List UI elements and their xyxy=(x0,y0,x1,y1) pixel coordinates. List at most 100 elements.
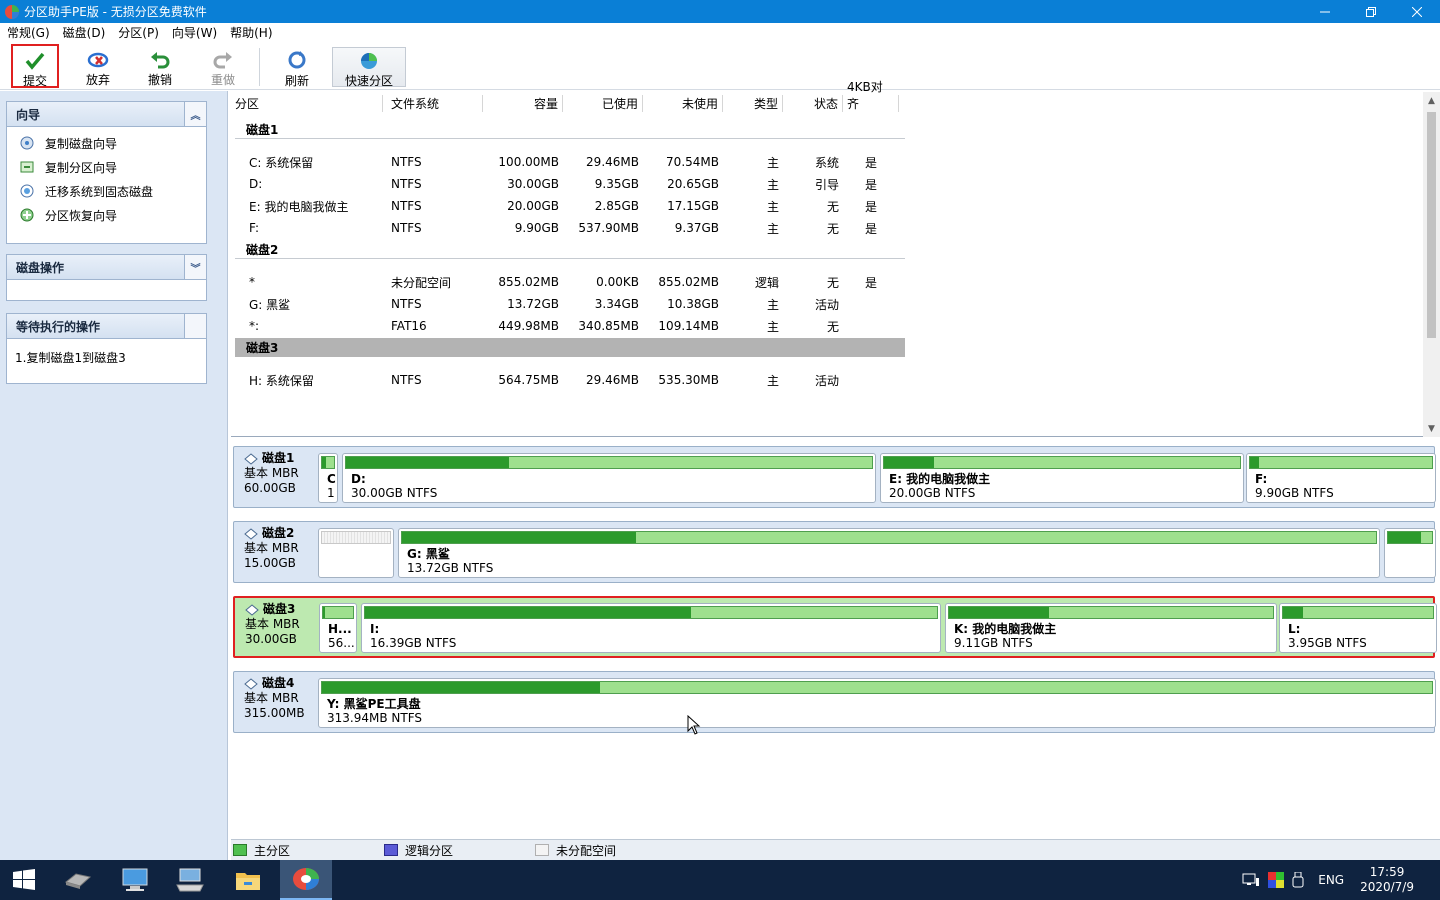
col-capacity[interactable]: 容量 xyxy=(483,95,563,112)
table-cell: 30.00GB xyxy=(507,177,559,191)
partition-text: F: 9.90GB NTFS xyxy=(1255,472,1334,500)
disk-label: 磁盘3 基本 MBR 30.00GB xyxy=(245,602,323,647)
col-filesystem[interactable]: 文件系统 xyxy=(383,95,483,112)
table-header: 分区 文件系统 容量 已使用 未使用 类型 状态 4KB对齐 xyxy=(231,80,903,112)
table-cell: 是 xyxy=(864,275,877,290)
disk-row[interactable]: 磁盘3 基本 MBR 30.00GB H... 56... I: 16.39GB NTFS K… xyxy=(233,596,1437,658)
disk-row[interactable]: 磁盘1 基本 MBR 60.00GB C 1 D: 30.00GB NTFS E: 我的电脑我… xyxy=(233,446,1436,508)
taskbar-partition-assistant[interactable] xyxy=(280,860,332,900)
col-used[interactable]: 已使用 xyxy=(563,95,643,112)
disk-row[interactable]: 磁盘2基本 MBR15.00GB 855.02M... G: 黑鲨13.72GB N… xyxy=(233,521,1436,583)
partition-block[interactable]: H... 56... xyxy=(319,603,357,653)
col-status[interactable]: 状态 xyxy=(783,95,843,112)
table-cell: 主 xyxy=(766,297,779,312)
disk-icon xyxy=(244,452,258,465)
partition-block[interactable]: I: 16.39GB NTFS xyxy=(361,603,941,653)
disk-row[interactable]: 磁盘4 基本 MBR 315.00MB Y: 黑鲨PE工具盘 313.94MB NTFS xyxy=(233,671,1436,733)
close-button[interactable] xyxy=(1394,0,1440,23)
window-title: 分区助手PE版 - 无损分区免费软件 xyxy=(24,5,207,19)
scroll-thumb[interactable] xyxy=(1427,112,1436,338)
table-cell: 0.00KB xyxy=(596,275,639,289)
disk-group-header[interactable]: 磁盘1 xyxy=(235,120,905,139)
table-cell: 无 xyxy=(826,319,839,334)
taskbar-drive-tool[interactable] xyxy=(54,860,102,900)
taskbar-keyboard[interactable] xyxy=(166,860,214,900)
usb-icon[interactable] xyxy=(1292,872,1304,888)
disk-name-text: 磁盘3 xyxy=(263,602,296,616)
col-type[interactable]: 类型 xyxy=(723,95,783,112)
pending-op-item[interactable]: 1.复制磁盘1到磁盘3 xyxy=(7,345,206,369)
partition-block[interactable]: E: 我的电脑我做主 20.00GB NTFS xyxy=(880,453,1244,503)
copy-partition-icon xyxy=(20,161,34,173)
undo-button[interactable]: 撤销 xyxy=(138,44,182,88)
menu-partition[interactable]: 分区(P) xyxy=(111,24,165,41)
col-free[interactable]: 未使用 xyxy=(643,95,723,112)
table-cell: 70.54MB xyxy=(666,155,719,169)
table-cell: 20.65GB xyxy=(667,177,719,191)
partition-label: C xyxy=(327,472,336,486)
table-cell: 564.75MB xyxy=(498,373,559,387)
refresh-button[interactable]: 刷新 xyxy=(275,44,319,88)
menu-general[interactable]: 常规(G) xyxy=(0,24,56,41)
col-partition[interactable]: 分区 xyxy=(231,95,383,112)
commit-button[interactable]: 提交 xyxy=(11,44,59,88)
table-row[interactable]: G: 黑鲨 NTFS 13.72GB 3.34GB 10.38GB 主 活动 xyxy=(231,294,903,314)
quick-partition-button[interactable]: 快速分区 xyxy=(332,47,406,88)
input-language[interactable]: ENG xyxy=(1318,873,1344,887)
partition-usage-fill xyxy=(323,607,325,618)
partition-info: 855.02M... xyxy=(327,575,391,577)
start-button[interactable] xyxy=(0,860,48,900)
disk-group-header[interactable]: 磁盘2 xyxy=(235,240,905,259)
partition-block[interactable]: F: 9.90GB NTFS xyxy=(1246,453,1436,503)
minimize-button[interactable] xyxy=(1302,0,1348,23)
partition-block[interactable]: K: 我的电脑我做主 9.11GB NTFS xyxy=(945,603,1277,653)
partition-block[interactable]: C1 xyxy=(318,453,338,503)
table-row[interactable]: H: 系统保留 NTFS 564.75MB 29.46MB 535.30MB 主 活动 xyxy=(231,370,903,390)
partition-text: C1 xyxy=(327,472,336,500)
undo-icon xyxy=(149,50,171,69)
partition-usage-bar xyxy=(322,606,354,619)
color-icon[interactable] xyxy=(1268,872,1285,888)
partition-usage-fill xyxy=(1283,607,1303,618)
partition-recovery-wizard[interactable]: 分区恢复向导 xyxy=(7,203,206,227)
hard-drive-icon xyxy=(64,873,92,889)
table-row[interactable]: D: NTFS 30.00GB 9.35GB 20.65GB 主 引导 是 xyxy=(231,174,903,194)
menu-help[interactable]: 帮助(H) xyxy=(223,24,278,41)
partition-block[interactable]: Y: 黑鲨PE工具盘 313.94MB NTFS xyxy=(318,678,1436,728)
table-row[interactable]: * 未分配空间 855.02MB 0.00KB 855.02MB 逻辑 无 是 xyxy=(231,272,903,292)
expand-button[interactable]: ︾ xyxy=(184,255,206,279)
discard-button[interactable]: 放弃 xyxy=(76,44,120,88)
vertical-scrollbar[interactable]: ▲ ▼ xyxy=(1423,92,1440,437)
partition-label: H... xyxy=(328,622,352,636)
collapse-button[interactable]: ︽ xyxy=(184,102,206,126)
menu-disk[interactable]: 磁盘(D) xyxy=(56,24,112,41)
pending-ops-toggle[interactable] xyxy=(184,314,206,338)
network-icon[interactable] xyxy=(1242,872,1260,888)
table-row[interactable]: F: NTFS 9.90GB 537.90MB 9.37GB 主 无 是 xyxy=(231,218,903,238)
partition-block[interactable]: 855.02M... xyxy=(318,528,394,578)
restore-button[interactable] xyxy=(1348,0,1394,23)
table-row[interactable]: E: 我的电脑我做主 NTFS 20.00GB 2.85GB 17.15GB 主 无 是 xyxy=(231,196,903,216)
partition-block[interactable]: 449... xyxy=(1384,528,1436,578)
taskbar-computer[interactable] xyxy=(111,860,159,900)
partition-block[interactable]: L: 3.95GB NTFS xyxy=(1279,603,1437,653)
disk-group-header[interactable]: 磁盘3 xyxy=(235,338,905,357)
copy-partition-wizard[interactable]: 复制分区向导 xyxy=(7,155,206,179)
scroll-down-icon[interactable]: ▼ xyxy=(1423,420,1440,437)
left-panel: 向导 ︽ 复制磁盘向导 复制分区向导 迁移系统到固态磁盘 分区恢复向导 磁盘操作… xyxy=(0,91,228,861)
scroll-up-icon[interactable]: ▲ xyxy=(1423,92,1440,109)
taskbar-file-explorer[interactable] xyxy=(224,860,272,900)
partition-block[interactable]: D: 30.00GB NTFS xyxy=(342,453,876,503)
table-row[interactable]: C: 系统保留 NTFS 100.00MB 29.46MB 70.54MB 主 系统 是 xyxy=(231,152,903,172)
partition-info: 3.95GB NTFS xyxy=(1288,636,1367,650)
table-row[interactable]: *: FAT16 449.98MB 340.85MB 109.14MB 主 无 xyxy=(231,316,903,336)
partition-usage-fill xyxy=(322,682,600,693)
redo-button[interactable]: 重做 xyxy=(201,44,245,88)
partition-block[interactable]: G: 黑鲨 13.72GB NTFS xyxy=(398,528,1380,578)
legend-unallocated: 未分配空间 xyxy=(535,842,616,859)
copy-disk-wizard[interactable]: 复制磁盘向导 xyxy=(7,131,206,155)
menu-wizard[interactable]: 向导(W) xyxy=(165,24,223,41)
migrate-os-ssd-wizard[interactable]: 迁移系统到固态磁盘 xyxy=(7,179,206,203)
col-4kb-align[interactable]: 4KB对齐 xyxy=(843,80,899,112)
clock[interactable]: 17:59 2020/7/9 xyxy=(1360,865,1414,895)
